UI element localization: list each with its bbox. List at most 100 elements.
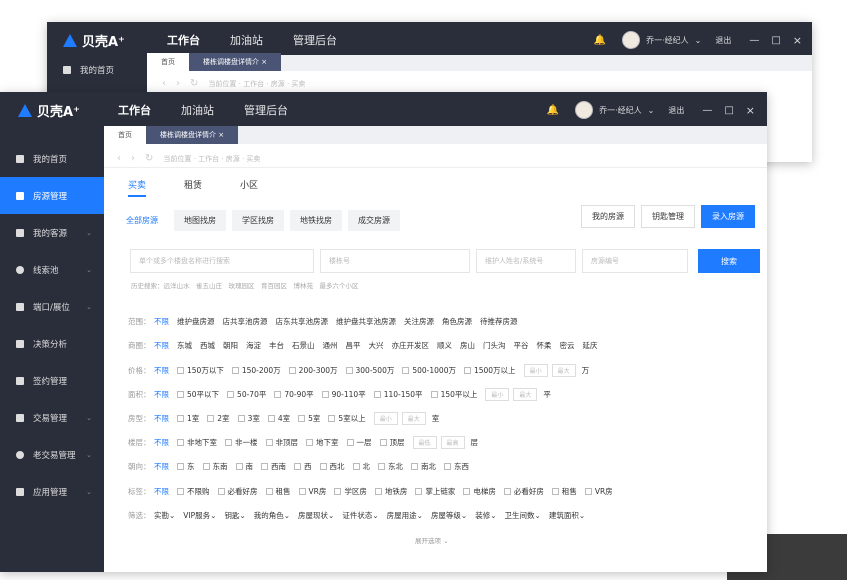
checkbox-icon[interactable] [444, 463, 451, 470]
filter-option[interactable]: 房山 [460, 340, 475, 351]
filter-option[interactable]: 300-500万 [345, 365, 394, 376]
checkbox-icon[interactable] [177, 415, 184, 422]
filter-option[interactable]: 不限 [154, 316, 169, 327]
tab-all-listings[interactable]: 全部房源 [116, 210, 168, 231]
sidebar-item-leads[interactable]: 线索池 ⌄ [0, 251, 104, 288]
tab-school-search[interactable]: 学区找房 [232, 210, 284, 231]
sidebar-item-transactions[interactable]: 交易管理 ⌄ [0, 399, 104, 436]
filter-option[interactable]: 密云 [560, 340, 575, 351]
sidebar-item-contracts[interactable]: 签约管理 [0, 362, 104, 399]
checkbox-icon[interactable] [177, 488, 184, 495]
avatar[interactable] [575, 101, 594, 119]
filter-option[interactable]: 维护盘共享池房源 [336, 316, 396, 327]
tab-sold-listings[interactable]: 成交房源 [348, 210, 400, 231]
filter-option[interactable]: 我的角色⌄ [254, 510, 290, 521]
filter-option[interactable]: 石景山 [292, 340, 315, 351]
nav-station[interactable]: 加油站 [230, 32, 263, 48]
filter-option[interactable]: 4室 [267, 413, 290, 424]
checkbox-icon[interactable] [231, 367, 239, 374]
filter-option[interactable]: 西 [294, 461, 312, 472]
filter-option[interactable]: 关注房源 [404, 316, 434, 327]
filter-option[interactable]: 大兴 [369, 340, 384, 351]
filter-option[interactable]: 不限 [154, 340, 169, 351]
user-name[interactable]: 乔一·经纪人 [646, 35, 689, 46]
range-min-input[interactable]: 最小 [373, 412, 398, 425]
filter-option[interactable]: 1500万以上 [463, 365, 516, 376]
checkbox-icon[interactable] [551, 488, 559, 495]
bell-icon[interactable]: 🔔 [547, 105, 559, 116]
filter-option[interactable]: 通州 [323, 340, 338, 351]
filter-option[interactable]: 50平以下 [177, 389, 219, 400]
minimize-icon[interactable]: — [749, 35, 759, 46]
sidebar-item-old-transactions[interactable]: 老交易管理 ⌄ [0, 436, 104, 473]
filter-option[interactable]: 非一楼 [225, 437, 258, 448]
range-min-input[interactable]: 最小 [523, 364, 548, 377]
filter-option[interactable]: 必看好房 [503, 486, 544, 497]
filter-option[interactable]: 500-1000万 [402, 365, 456, 376]
filter-option[interactable]: VR房 [298, 486, 326, 497]
checkbox-icon[interactable] [374, 488, 382, 495]
filter-option[interactable]: 200-300万 [288, 365, 338, 376]
add-listing-button[interactable]: 录入房源 [701, 205, 755, 228]
maximize-icon[interactable]: □ [771, 35, 780, 46]
close-icon[interactable]: × [793, 34, 802, 47]
forward-arrow-icon[interactable]: › [131, 153, 135, 164]
estate-search-input[interactable]: 单个或多个楼盘名称进行搜索 [130, 249, 314, 273]
filter-option[interactable]: 门头沟 [483, 340, 506, 351]
nav-workbench[interactable]: 工作台 [118, 102, 151, 118]
reload-icon[interactable]: ↻ [190, 78, 198, 89]
filter-option[interactable]: 房屋用途⌄ [387, 510, 423, 521]
checkbox-icon[interactable] [294, 463, 301, 470]
filter-option[interactable]: 海淀 [246, 340, 261, 351]
tab-map-search[interactable]: 地图找房 [174, 210, 226, 231]
filter-option[interactable]: 150平以上 [430, 389, 477, 400]
checkbox-icon[interactable] [288, 367, 296, 374]
sidebar-item-ports[interactable]: 端口/展位 ⌄ [0, 288, 104, 325]
filter-option[interactable]: 北 [352, 461, 370, 472]
expand-options-link[interactable]: 展开选项 ⌄ [415, 535, 449, 545]
back-arrow-icon[interactable]: ‹ [162, 78, 166, 89]
sidebar-item-home[interactable]: 我的首页 [0, 140, 104, 177]
checkbox-icon[interactable] [177, 391, 184, 398]
checkbox-icon[interactable] [411, 463, 418, 470]
checkbox-icon[interactable] [202, 463, 210, 470]
checkbox-icon[interactable] [306, 439, 313, 446]
checkbox-icon[interactable] [346, 439, 354, 446]
checkbox-icon[interactable] [177, 367, 184, 374]
filter-option[interactable]: 必看好房 [217, 486, 258, 497]
filter-option[interactable]: 实勘⌄ [154, 510, 175, 521]
filter-option[interactable]: 怀柔 [537, 340, 552, 351]
filter-option[interactable]: 3室 [237, 413, 260, 424]
filter-option[interactable]: 东 [177, 461, 195, 472]
filter-option[interactable]: 证件状态⌄ [342, 510, 378, 521]
filter-option[interactable]: 非顶层 [265, 437, 298, 448]
checkbox-icon[interactable] [584, 488, 592, 495]
filter-option[interactable]: 装修⌄ [475, 510, 496, 521]
checkbox-icon[interactable] [402, 367, 410, 374]
filter-option[interactable]: 不限购 [177, 486, 210, 497]
filter-option[interactable]: 角色房源 [442, 316, 472, 327]
filter-option[interactable]: 延庆 [583, 340, 598, 351]
filter-option[interactable]: 房屋等级⌄ [431, 510, 467, 521]
filter-option[interactable]: 朝阳 [223, 340, 238, 351]
filter-option[interactable]: 不限 [154, 365, 169, 376]
filter-option[interactable]: 2室 [207, 413, 230, 424]
forward-arrow-icon[interactable]: › [176, 78, 180, 89]
range-min-input[interactable]: 最小 [485, 388, 510, 401]
filter-option[interactable]: 掌上链家 [415, 486, 455, 497]
nav-station[interactable]: 加油站 [181, 102, 214, 118]
filter-option[interactable]: 地下室 [306, 437, 339, 448]
filter-option[interactable]: 店东共享池房源 [276, 316, 329, 327]
filter-option[interactable]: 东北 [378, 461, 403, 472]
back-arrow-icon[interactable]: ‹ [117, 153, 121, 164]
logout-link[interactable]: 退出 [668, 105, 684, 116]
bell-icon[interactable]: 🔔 [594, 35, 606, 46]
filter-option[interactable]: 5室 [298, 413, 320, 424]
checkbox-icon[interactable] [265, 488, 273, 495]
my-listings-button[interactable]: 我的房源 [581, 205, 635, 228]
range-max-input[interactable]: 最大 [401, 412, 426, 425]
maintainer-input[interactable]: 维护人姓名/系统号 [476, 249, 576, 273]
filter-option[interactable]: 店共享池房源 [223, 316, 268, 327]
filter-option[interactable]: 不限 [154, 389, 169, 400]
checkbox-icon[interactable] [352, 463, 360, 470]
